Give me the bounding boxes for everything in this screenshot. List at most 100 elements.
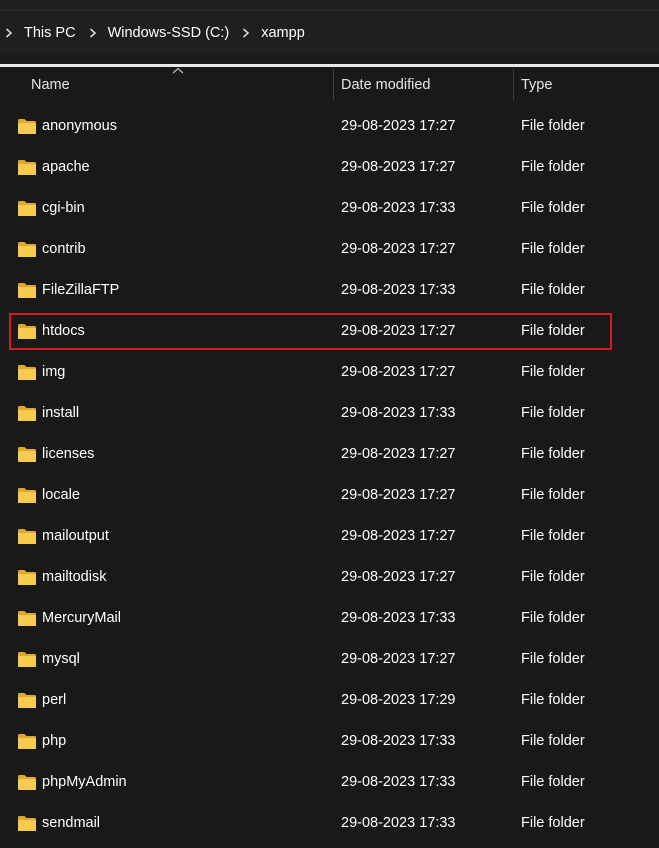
folder-icon (18, 488, 36, 503)
date-modified: 29-08-2023 17:27 (341, 487, 456, 503)
folder-icon (18, 816, 36, 831)
table-row[interactable]: locale 29-08-2023 17:27 File folder (8, 476, 659, 517)
table-row[interactable]: htdocs 29-08-2023 17:27 File folder (8, 312, 659, 353)
date-modified: 29-08-2023 17:27 (341, 651, 456, 667)
table-row[interactable]: install 29-08-2023 17:33 File folder (8, 394, 659, 435)
chevron-right-icon[interactable] (0, 28, 18, 38)
file-name: apache (42, 159, 90, 175)
file-name: img (42, 364, 66, 380)
table-row[interactable]: mysql 29-08-2023 17:27 File folder (8, 640, 659, 681)
file-type: File folder (521, 118, 585, 134)
table-row[interactable]: FileZillaFTP 29-08-2023 17:33 File folder (8, 271, 659, 312)
folder-icon (18, 775, 36, 790)
date-modified: 29-08-2023 17:27 (341, 118, 456, 134)
date-modified: 29-08-2023 17:27 (341, 241, 456, 257)
table-row[interactable]: contrib 29-08-2023 17:27 File folder (8, 230, 659, 271)
date-modified: 29-08-2023 17:33 (341, 610, 456, 626)
breadcrumb-xampp[interactable]: xampp (255, 25, 313, 41)
folder-icon (18, 201, 36, 216)
date-modified: 29-08-2023 17:27 (341, 569, 456, 585)
file-type: File folder (521, 446, 585, 462)
file-name: licenses (42, 446, 95, 462)
file-name: locale (42, 487, 80, 503)
date-modified: 29-08-2023 17:33 (341, 200, 456, 216)
date-modified: 29-08-2023 17:27 (341, 323, 456, 339)
file-type: File folder (521, 569, 585, 585)
date-modified: 29-08-2023 17:27 (341, 446, 456, 462)
table-row[interactable]: mailoutput 29-08-2023 17:27 File folder (8, 517, 659, 558)
window-top-strip (0, 0, 659, 11)
chevron-right-icon[interactable] (237, 28, 255, 38)
table-row[interactable]: licenses 29-08-2023 17:27 File folder (8, 435, 659, 476)
file-type: File folder (521, 651, 585, 667)
file-type: File folder (521, 159, 585, 175)
table-row[interactable]: perl 29-08-2023 17:29 File folder (8, 681, 659, 722)
sort-ascending-icon (172, 67, 184, 74)
folder-icon (18, 447, 36, 462)
table-row[interactable]: apache 29-08-2023 17:27 File folder (8, 148, 659, 189)
table-row[interactable]: phpMyAdmin 29-08-2023 17:33 File folder (8, 763, 659, 804)
file-type: File folder (521, 405, 585, 421)
file-type: File folder (521, 282, 585, 298)
folder-icon (18, 365, 36, 380)
folder-icon (18, 611, 36, 626)
file-type: File folder (521, 774, 585, 790)
column-header-name[interactable]: Name (31, 67, 70, 103)
table-row[interactable]: anonymous 29-08-2023 17:27 File folder (8, 107, 659, 148)
file-type: File folder (521, 610, 585, 626)
file-name: phpMyAdmin (42, 774, 127, 790)
file-type: File folder (521, 200, 585, 216)
column-header-type[interactable]: Type (521, 67, 552, 103)
table-row[interactable]: sendmail 29-08-2023 17:33 File folder (8, 804, 659, 845)
file-name: perl (42, 692, 67, 708)
column-header: Name Date modified Type (0, 67, 659, 105)
file-name: php (42, 733, 67, 749)
file-name: MercuryMail (42, 610, 121, 626)
file-name: cgi-bin (42, 200, 85, 216)
folder-icon (18, 324, 36, 339)
folder-icon (18, 406, 36, 421)
table-row[interactable]: mailtodisk 29-08-2023 17:27 File folder (8, 558, 659, 599)
folder-icon (18, 242, 36, 257)
file-type: File folder (521, 364, 585, 380)
file-name: htdocs (42, 323, 85, 339)
file-type: File folder (521, 733, 585, 749)
file-name: FileZillaFTP (42, 282, 120, 298)
file-type: File folder (521, 692, 585, 708)
date-modified: 29-08-2023 17:33 (341, 774, 456, 790)
folder-icon (18, 734, 36, 749)
column-resize-handle[interactable] (333, 69, 334, 101)
folder-icon (18, 160, 36, 175)
file-type: File folder (521, 815, 585, 831)
date-modified: 29-08-2023 17:33 (341, 815, 456, 831)
date-modified: 29-08-2023 17:27 (341, 528, 456, 544)
file-name: mailoutput (42, 528, 109, 544)
file-type: File folder (521, 487, 585, 503)
date-modified: 29-08-2023 17:29 (341, 692, 456, 708)
column-resize-handle[interactable] (513, 69, 514, 101)
file-name: contrib (42, 241, 86, 257)
file-name: sendmail (42, 815, 101, 831)
column-header-date-modified[interactable]: Date modified (341, 67, 430, 103)
breadcrumb-windows-ssd[interactable]: Windows-SSD (C:) (102, 25, 238, 41)
file-type: File folder (521, 241, 585, 257)
folder-icon (18, 119, 36, 134)
folder-icon (18, 283, 36, 298)
date-modified: 29-08-2023 17:33 (341, 405, 456, 421)
file-type: File folder (521, 528, 585, 544)
chevron-right-icon[interactable] (84, 28, 102, 38)
date-modified: 29-08-2023 17:27 (341, 159, 456, 175)
date-modified: 29-08-2023 17:33 (341, 282, 456, 298)
table-row[interactable]: php 29-08-2023 17:33 File folder (8, 722, 659, 763)
folder-icon (18, 652, 36, 667)
folder-icon (18, 693, 36, 708)
file-name: mysql (42, 651, 80, 667)
table-row[interactable]: MercuryMail 29-08-2023 17:33 File folder (8, 599, 659, 640)
table-row[interactable]: cgi-bin 29-08-2023 17:33 File folder (8, 189, 659, 230)
folder-icon (18, 570, 36, 585)
breadcrumb-this-pc[interactable]: This PC (18, 25, 84, 41)
date-modified: 29-08-2023 17:27 (341, 364, 456, 380)
folder-icon (18, 529, 36, 544)
address-bar[interactable]: This PC Windows-SSD (C:) xampp (0, 11, 659, 55)
table-row[interactable]: img 29-08-2023 17:27 File folder (8, 353, 659, 394)
